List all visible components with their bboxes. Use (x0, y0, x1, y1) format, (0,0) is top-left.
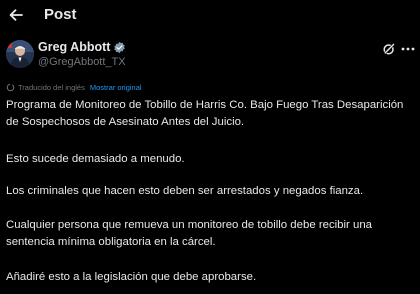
translate-icon (6, 83, 15, 91)
post-paragraph: Programa de Monitoreo de Tobillo de Harr… (6, 99, 404, 128)
author-name-row[interactable]: Greg Abbott (38, 40, 126, 54)
post-paragraph: Esto sucede demasiado a menudo. (6, 153, 185, 165)
translated-from-label: Traducido del inglés (18, 82, 85, 92)
arrow-left-icon (9, 9, 23, 21)
post-paragraph: Cualquier persona que remueva un monitor… (6, 219, 372, 248)
post-paragraph: Añadiré esto a la legislación que debe a… (6, 271, 257, 283)
post-page: Post Greg Abbott @GregAbbott_TX Traducid… (0, 0, 420, 294)
more-horizontal-icon (401, 47, 415, 51)
grok-button[interactable] (382, 42, 396, 56)
show-original-link[interactable]: Mostrar original (90, 83, 142, 92)
grok-icon (383, 43, 395, 55)
back-button[interactable] (5, 5, 27, 25)
page-title: Post (44, 6, 77, 23)
translation-notice: Traducido del inglés Mostrar original (6, 81, 142, 93)
verified-badge-icon (114, 41, 126, 53)
author-name[interactable]: Greg Abbott (38, 40, 110, 54)
avatar[interactable] (6, 40, 34, 68)
more-options-button[interactable] (400, 42, 416, 56)
post-header: Post (0, 0, 420, 32)
author-handle[interactable]: @GregAbbott_TX (38, 56, 126, 68)
avatar-image (6, 40, 34, 68)
post-paragraph: Los criminales que hacen esto deben ser … (6, 185, 364, 197)
